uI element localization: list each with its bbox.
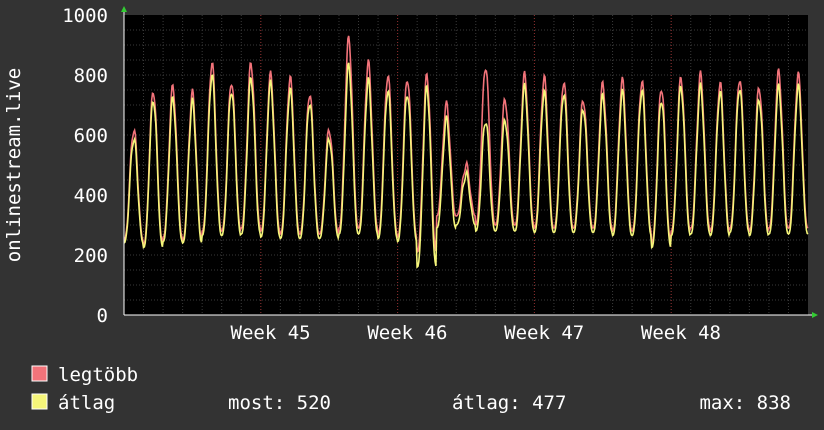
- y-tick-label: 200: [74, 245, 108, 267]
- legend-avg-label: átlag: [58, 392, 115, 414]
- x-tick-labels: Week 45 Week 46 Week 47 Week 48: [231, 322, 721, 344]
- legend-avg-swatch: [31, 393, 48, 410]
- x-tick-label: Week 45: [231, 322, 311, 344]
- chart: 02004006008001000 Week 45 Week 46 Week 47 W…: [3, 5, 818, 414]
- y-tick-label: 800: [74, 65, 108, 87]
- x-tick-label: Week 48: [641, 322, 721, 344]
- y-axis-label: onlinestream.live: [3, 68, 25, 262]
- y-tick-label: 0: [97, 305, 108, 327]
- stat-max: max: 838: [699, 392, 791, 414]
- stat-now: most: 520: [228, 392, 331, 414]
- x-tick-label: Week 46: [367, 322, 447, 344]
- x-axis-arrow-icon: [812, 312, 818, 318]
- x-tick-label: Week 47: [504, 322, 584, 344]
- y-tick-label: 1000: [62, 5, 108, 27]
- y-tick-label: 400: [74, 185, 108, 207]
- stat-avg: átlag: 477: [452, 392, 566, 414]
- legend-max-label: legtöbb: [58, 364, 138, 386]
- y-tick-label: 600: [74, 125, 108, 147]
- y-tick-labels: 0 200 400 600 800 1000: [62, 5, 108, 327]
- legend-max-swatch: [31, 365, 48, 382]
- y-axis-arrow-icon: [121, 6, 127, 12]
